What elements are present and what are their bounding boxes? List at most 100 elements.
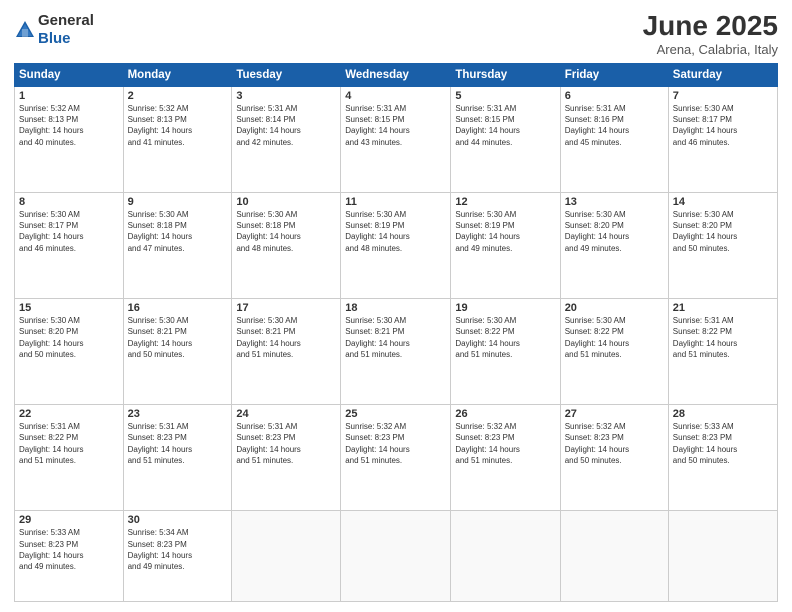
location-title: Arena, Calabria, Italy <box>643 42 778 57</box>
day-info: Sunrise: 5:33 AM Sunset: 8:23 PM Dayligh… <box>19 527 119 572</box>
day-info: Sunrise: 5:32 AM Sunset: 8:23 PM Dayligh… <box>345 421 446 466</box>
day-info: Sunrise: 5:30 AM Sunset: 8:22 PM Dayligh… <box>455 315 555 360</box>
calendar-week-row: 15Sunrise: 5:30 AM Sunset: 8:20 PM Dayli… <box>15 299 778 405</box>
calendar-cell: 19Sunrise: 5:30 AM Sunset: 8:22 PM Dayli… <box>451 299 560 405</box>
day-of-week-header: Tuesday <box>232 64 341 87</box>
calendar-cell <box>341 511 451 602</box>
day-number: 20 <box>565 302 664 314</box>
calendar-cell: 26Sunrise: 5:32 AM Sunset: 8:23 PM Dayli… <box>451 405 560 511</box>
calendar-cell: 13Sunrise: 5:30 AM Sunset: 8:20 PM Dayli… <box>560 193 668 299</box>
calendar-cell: 27Sunrise: 5:32 AM Sunset: 8:23 PM Dayli… <box>560 405 668 511</box>
day-info: Sunrise: 5:30 AM Sunset: 8:22 PM Dayligh… <box>565 315 664 360</box>
day-info: Sunrise: 5:31 AM Sunset: 8:14 PM Dayligh… <box>236 103 336 148</box>
day-info: Sunrise: 5:30 AM Sunset: 8:18 PM Dayligh… <box>128 209 228 254</box>
day-number: 6 <box>565 90 664 102</box>
day-info: Sunrise: 5:31 AM Sunset: 8:22 PM Dayligh… <box>673 315 773 360</box>
calendar-header-row: SundayMondayTuesdayWednesdayThursdayFrid… <box>15 64 778 87</box>
calendar-cell: 20Sunrise: 5:30 AM Sunset: 8:22 PM Dayli… <box>560 299 668 405</box>
logo-icon <box>14 19 36 41</box>
calendar-week-row: 1Sunrise: 5:32 AM Sunset: 8:13 PM Daylig… <box>15 87 778 193</box>
day-number: 29 <box>19 514 119 526</box>
day-number: 9 <box>128 196 228 208</box>
day-number: 1 <box>19 90 119 102</box>
day-number: 8 <box>19 196 119 208</box>
day-number: 7 <box>673 90 773 102</box>
day-of-week-header: Friday <box>560 64 668 87</box>
header: General Blue June 2025 Arena, Calabria, … <box>14 10 778 57</box>
day-number: 4 <box>345 90 446 102</box>
day-number: 3 <box>236 90 336 102</box>
day-number: 30 <box>128 514 228 526</box>
calendar-cell: 10Sunrise: 5:30 AM Sunset: 8:18 PM Dayli… <box>232 193 341 299</box>
day-number: 24 <box>236 408 336 420</box>
day-number: 19 <box>455 302 555 314</box>
calendar-cell: 15Sunrise: 5:30 AM Sunset: 8:20 PM Dayli… <box>15 299 124 405</box>
day-of-week-header: Sunday <box>15 64 124 87</box>
day-number: 27 <box>565 408 664 420</box>
calendar-cell: 6Sunrise: 5:31 AM Sunset: 8:16 PM Daylig… <box>560 87 668 193</box>
day-info: Sunrise: 5:33 AM Sunset: 8:23 PM Dayligh… <box>673 421 773 466</box>
calendar-cell <box>560 511 668 602</box>
day-number: 23 <box>128 408 228 420</box>
day-number: 22 <box>19 408 119 420</box>
calendar-cell: 17Sunrise: 5:30 AM Sunset: 8:21 PM Dayli… <box>232 299 341 405</box>
calendar-cell: 2Sunrise: 5:32 AM Sunset: 8:13 PM Daylig… <box>123 87 232 193</box>
title-block: June 2025 Arena, Calabria, Italy <box>643 10 778 57</box>
month-title: June 2025 <box>643 10 778 42</box>
day-of-week-header: Wednesday <box>341 64 451 87</box>
day-number: 11 <box>345 196 446 208</box>
calendar-cell: 30Sunrise: 5:34 AM Sunset: 8:23 PM Dayli… <box>123 511 232 602</box>
calendar-cell: 28Sunrise: 5:33 AM Sunset: 8:23 PM Dayli… <box>668 405 777 511</box>
day-info: Sunrise: 5:30 AM Sunset: 8:20 PM Dayligh… <box>673 209 773 254</box>
day-info: Sunrise: 5:30 AM Sunset: 8:20 PM Dayligh… <box>19 315 119 360</box>
day-of-week-header: Thursday <box>451 64 560 87</box>
calendar-cell: 14Sunrise: 5:30 AM Sunset: 8:20 PM Dayli… <box>668 193 777 299</box>
day-of-week-header: Saturday <box>668 64 777 87</box>
calendar-week-row: 22Sunrise: 5:31 AM Sunset: 8:22 PM Dayli… <box>15 405 778 511</box>
day-number: 5 <box>455 90 555 102</box>
calendar-cell: 8Sunrise: 5:30 AM Sunset: 8:17 PM Daylig… <box>15 193 124 299</box>
day-info: Sunrise: 5:30 AM Sunset: 8:20 PM Dayligh… <box>565 209 664 254</box>
logo: General Blue <box>14 12 94 48</box>
calendar-cell: 22Sunrise: 5:31 AM Sunset: 8:22 PM Dayli… <box>15 405 124 511</box>
calendar-cell: 7Sunrise: 5:30 AM Sunset: 8:17 PM Daylig… <box>668 87 777 193</box>
page: General Blue June 2025 Arena, Calabria, … <box>0 0 792 612</box>
day-info: Sunrise: 5:30 AM Sunset: 8:17 PM Dayligh… <box>19 209 119 254</box>
day-number: 28 <box>673 408 773 420</box>
day-number: 2 <box>128 90 228 102</box>
day-info: Sunrise: 5:30 AM Sunset: 8:19 PM Dayligh… <box>345 209 446 254</box>
calendar-cell: 12Sunrise: 5:30 AM Sunset: 8:19 PM Dayli… <box>451 193 560 299</box>
day-info: Sunrise: 5:31 AM Sunset: 8:23 PM Dayligh… <box>236 421 336 466</box>
logo-general-text: General <box>38 12 94 29</box>
day-info: Sunrise: 5:32 AM Sunset: 8:23 PM Dayligh… <box>455 421 555 466</box>
day-info: Sunrise: 5:31 AM Sunset: 8:15 PM Dayligh… <box>345 103 446 148</box>
day-of-week-header: Monday <box>123 64 232 87</box>
day-info: Sunrise: 5:34 AM Sunset: 8:23 PM Dayligh… <box>128 527 228 572</box>
calendar-cell: 16Sunrise: 5:30 AM Sunset: 8:21 PM Dayli… <box>123 299 232 405</box>
day-info: Sunrise: 5:31 AM Sunset: 8:16 PM Dayligh… <box>565 103 664 148</box>
calendar-cell: 18Sunrise: 5:30 AM Sunset: 8:21 PM Dayli… <box>341 299 451 405</box>
day-number: 14 <box>673 196 773 208</box>
calendar-cell: 23Sunrise: 5:31 AM Sunset: 8:23 PM Dayli… <box>123 405 232 511</box>
day-number: 21 <box>673 302 773 314</box>
day-info: Sunrise: 5:30 AM Sunset: 8:21 PM Dayligh… <box>345 315 446 360</box>
day-info: Sunrise: 5:31 AM Sunset: 8:23 PM Dayligh… <box>128 421 228 466</box>
day-info: Sunrise: 5:32 AM Sunset: 8:13 PM Dayligh… <box>19 103 119 148</box>
day-info: Sunrise: 5:32 AM Sunset: 8:23 PM Dayligh… <box>565 421 664 466</box>
calendar-cell <box>668 511 777 602</box>
calendar-cell: 11Sunrise: 5:30 AM Sunset: 8:19 PM Dayli… <box>341 193 451 299</box>
day-info: Sunrise: 5:30 AM Sunset: 8:18 PM Dayligh… <box>236 209 336 254</box>
calendar-table: SundayMondayTuesdayWednesdayThursdayFrid… <box>14 63 778 602</box>
day-number: 18 <box>345 302 446 314</box>
calendar-body: 1Sunrise: 5:32 AM Sunset: 8:13 PM Daylig… <box>15 87 778 602</box>
calendar-cell: 4Sunrise: 5:31 AM Sunset: 8:15 PM Daylig… <box>341 87 451 193</box>
calendar-cell <box>232 511 341 602</box>
day-number: 10 <box>236 196 336 208</box>
day-number: 13 <box>565 196 664 208</box>
calendar-cell <box>451 511 560 602</box>
day-number: 25 <box>345 408 446 420</box>
day-number: 15 <box>19 302 119 314</box>
day-info: Sunrise: 5:32 AM Sunset: 8:13 PM Dayligh… <box>128 103 228 148</box>
calendar-week-row: 29Sunrise: 5:33 AM Sunset: 8:23 PM Dayli… <box>15 511 778 602</box>
calendar-cell: 29Sunrise: 5:33 AM Sunset: 8:23 PM Dayli… <box>15 511 124 602</box>
